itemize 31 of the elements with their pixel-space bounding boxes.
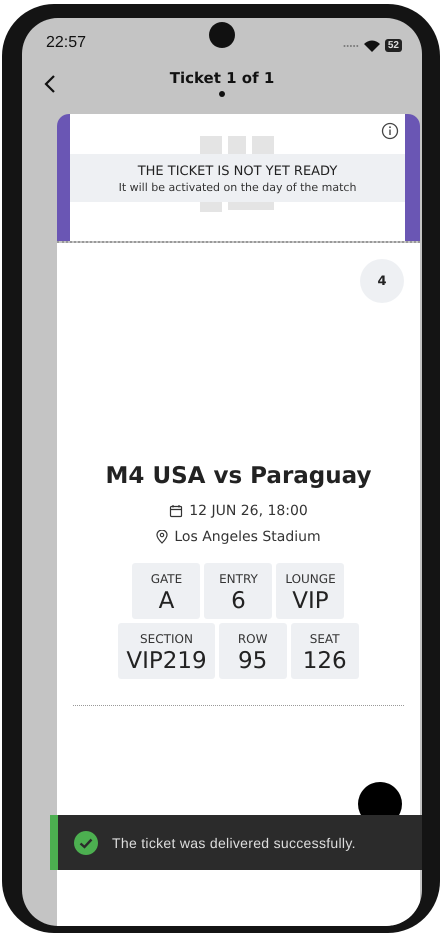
- wifi-icon: [364, 40, 380, 52]
- info-icon[interactable]: [381, 122, 399, 140]
- seat-info-value: VIP: [292, 588, 329, 614]
- seat-info-value: VIP219: [126, 648, 207, 674]
- match-title: M4 USA vs Paraguay: [106, 463, 372, 489]
- seat-info-label: ROW: [238, 632, 268, 646]
- seat-info-label: SEAT: [310, 632, 340, 646]
- seat-info-label: SECTION: [140, 632, 193, 646]
- seat-info-label: ENTRY: [219, 572, 258, 586]
- status-time: 22:57: [46, 34, 86, 52]
- seat-info-value: 126: [302, 648, 347, 674]
- back-icon[interactable]: [44, 74, 56, 94]
- match-date: 12 JUN 26, 18:00: [189, 503, 308, 519]
- seat-info-value: A: [158, 588, 174, 614]
- battery-icon: 52: [384, 39, 402, 52]
- seat-info-label: GATE: [150, 572, 182, 586]
- seat-info-value: 95: [238, 648, 268, 674]
- page-dot[interactable]: [219, 91, 225, 97]
- notice-title: THE TICKET IS NOT YET READY: [138, 164, 338, 178]
- seat-info-label: LOUNGE: [285, 572, 336, 586]
- ticket-number-badge: 4: [360, 259, 404, 303]
- check-circle-icon: [74, 830, 98, 854]
- screen-title: Ticket 1 of 1: [170, 69, 274, 87]
- calendar-icon: [169, 504, 184, 518]
- toast-message: The ticket was delivered successfully.: [112, 834, 356, 850]
- location-pin-icon: [156, 530, 168, 544]
- seat-info-value: 6: [231, 588, 246, 614]
- camera-icon: [209, 22, 235, 48]
- signal-icon: [342, 44, 359, 48]
- notice-subtitle: It will be activated on the day of the match: [118, 180, 356, 194]
- venue-name: Los Angeles Stadium: [174, 529, 321, 545]
